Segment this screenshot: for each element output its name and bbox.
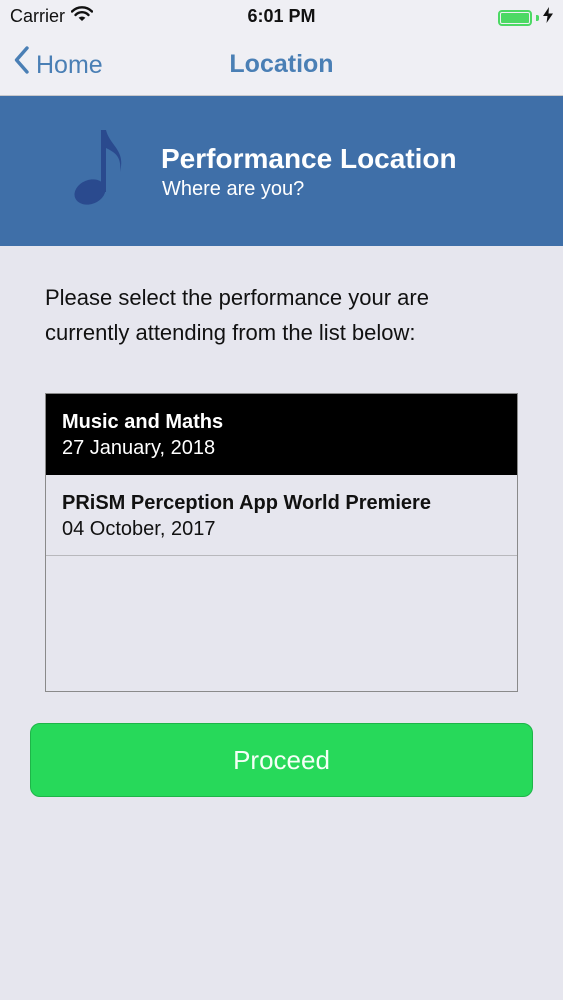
music-note-icon [70, 126, 126, 206]
list-item-prism-premiere[interactable]: PRiSM Perception App World Premiere 04 O… [46, 475, 517, 556]
proceed-button[interactable]: Proceed [30, 723, 533, 797]
charging-bolt-icon [543, 7, 553, 28]
instructions-text: Please select the performance your are c… [45, 285, 429, 345]
header-banner: Performance Location Where are you? [0, 96, 563, 246]
performance-list[interactable]: Music and Maths 27 January, 2018 PRiSM P… [45, 393, 518, 692]
status-right [498, 7, 553, 28]
list-item-date: 27 January, 2018 [62, 437, 216, 459]
status-bar: Carrier 6:01 PM [0, 0, 563, 32]
nav-title: Location [229, 50, 334, 78]
banner-subtitle: Where are you? [162, 178, 305, 200]
list-item-music-and-maths[interactable]: Music and Maths 27 January, 2018 [46, 394, 517, 475]
banner-title: Performance Location [161, 143, 457, 174]
list-item-title: PRiSM Perception App World Premiere [62, 492, 431, 514]
battery-icon [498, 9, 532, 26]
navigation-bar: Home Location [0, 32, 563, 96]
battery-cap [536, 14, 539, 21]
list-item-title: Music and Maths [62, 411, 224, 433]
list-item-date: 04 October, 2017 [62, 518, 216, 540]
status-time: 6:01 PM [247, 6, 316, 26]
